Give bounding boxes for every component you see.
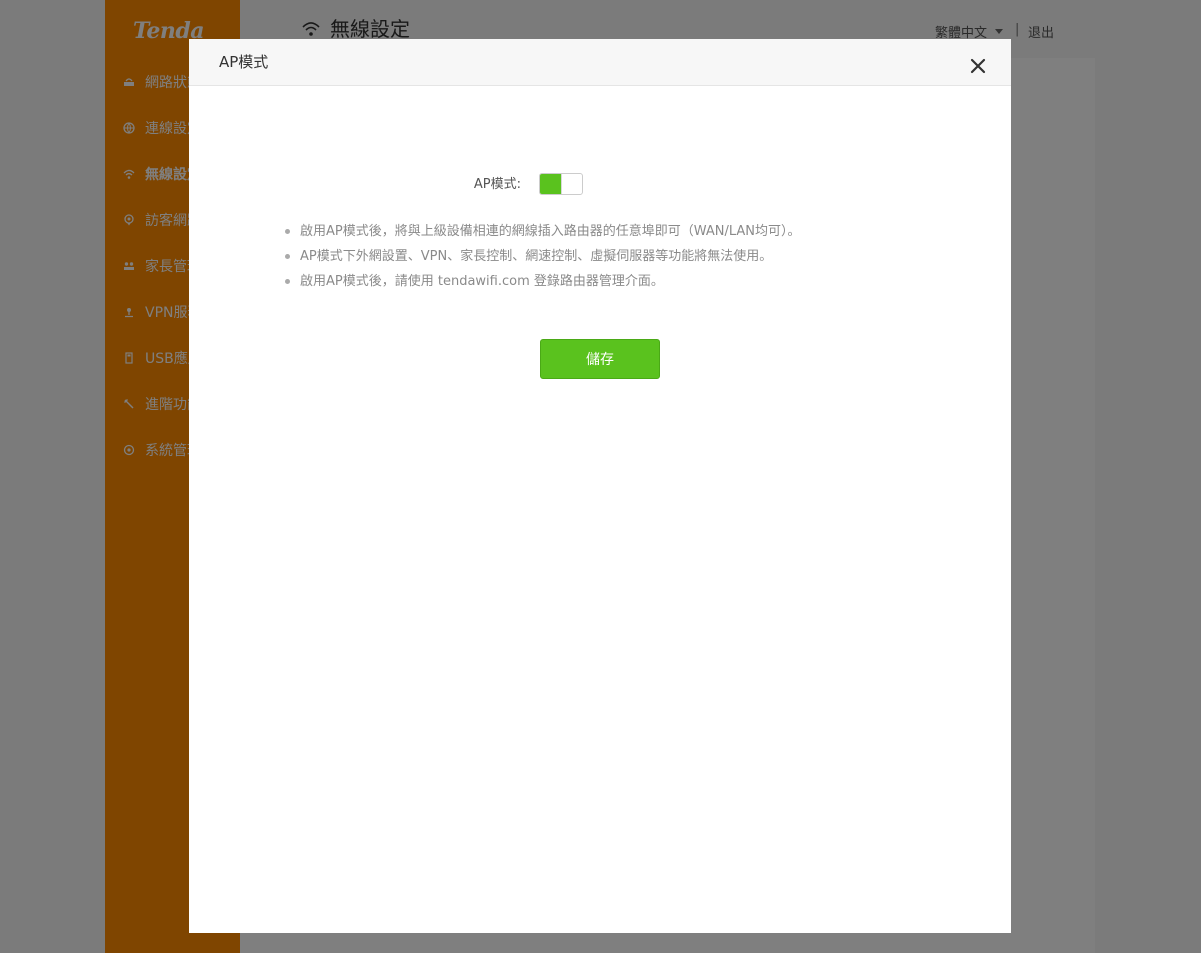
close-button[interactable] [968,56,988,76]
list-item: 啟用AP模式後，將與上級設備相連的網線插入路由器的任意埠即可（WAN/LAN均可… [285,219,801,244]
ap-mode-label: AP模式: [473,177,521,192]
note-text: 啟用AP模式後，將與上級設備相連的網線插入路由器的任意埠即可（WAN/LAN均可… [300,224,801,239]
bullet-dot [285,279,290,284]
dialog-title: AP模式 [219,53,269,71]
dialog-header: AP模式 [189,39,1011,86]
bullet-dot [285,229,290,234]
list-item: AP模式下外網設置、VPN、家長控制、網速控制、虛擬伺服器等功能將無法使用。 [285,244,801,269]
save-button[interactable]: 儲存 [540,339,660,379]
ap-mode-row: AP模式: [189,173,1011,197]
close-icon [970,58,986,74]
note-text: 啟用AP模式後，請使用 tendawifi.com 登錄路由器管理介面。 [300,274,664,289]
toggle-fill [540,174,561,194]
toggle-knob [561,174,582,194]
bullet-dot [285,254,290,259]
ap-mode-dialog: AP模式 AP模式: 啟用AP模式後，將與上級設備相連的網線插入路由器的任意埠即… [189,39,1011,933]
notes-list: 啟用AP模式後，將與上級設備相連的網線插入路由器的任意埠即可（WAN/LAN均可… [285,219,801,294]
list-item: 啟用AP模式後，請使用 tendawifi.com 登錄路由器管理介面。 [285,269,801,294]
ap-mode-toggle[interactable] [539,173,583,195]
note-text: AP模式下外網設置、VPN、家長控制、網速控制、虛擬伺服器等功能將無法使用。 [300,249,773,264]
